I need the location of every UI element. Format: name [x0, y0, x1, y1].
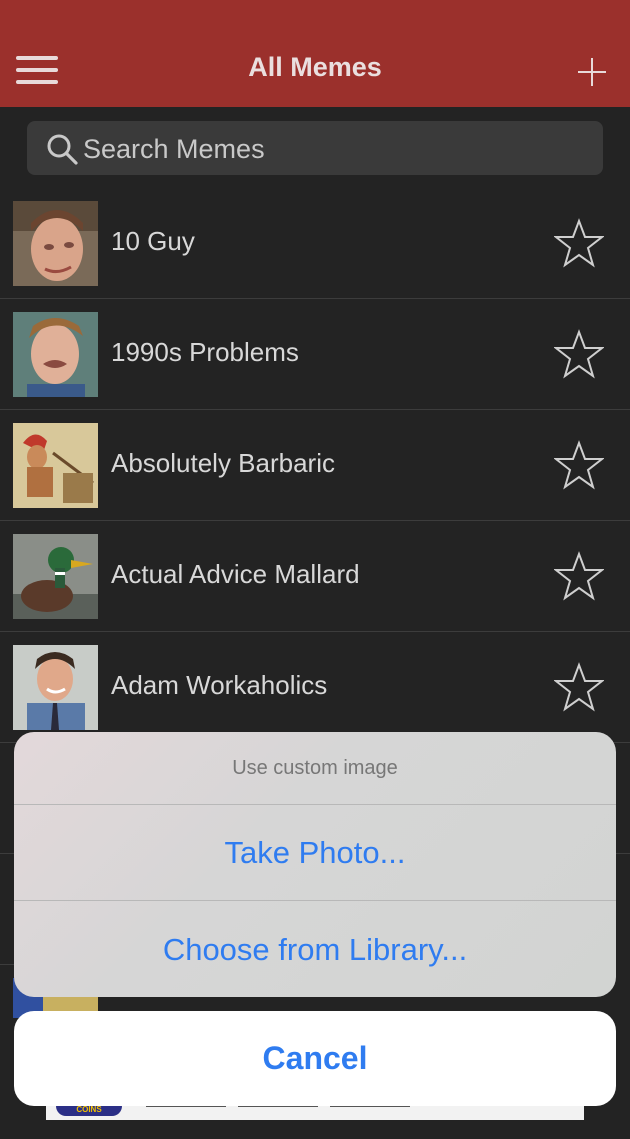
- take-photo-button[interactable]: Take Photo...: [14, 805, 616, 901]
- choose-from-library-button[interactable]: Choose from Library...: [14, 902, 616, 997]
- app-screen: All Memes Search Memes 10 Guy 1990s Prob…: [0, 0, 630, 1139]
- action-sheet-title: Use custom image: [14, 732, 616, 805]
- cancel-button[interactable]: Cancel: [14, 1011, 616, 1106]
- action-sheet: Use custom image Take Photo... Choose fr…: [14, 732, 616, 997]
